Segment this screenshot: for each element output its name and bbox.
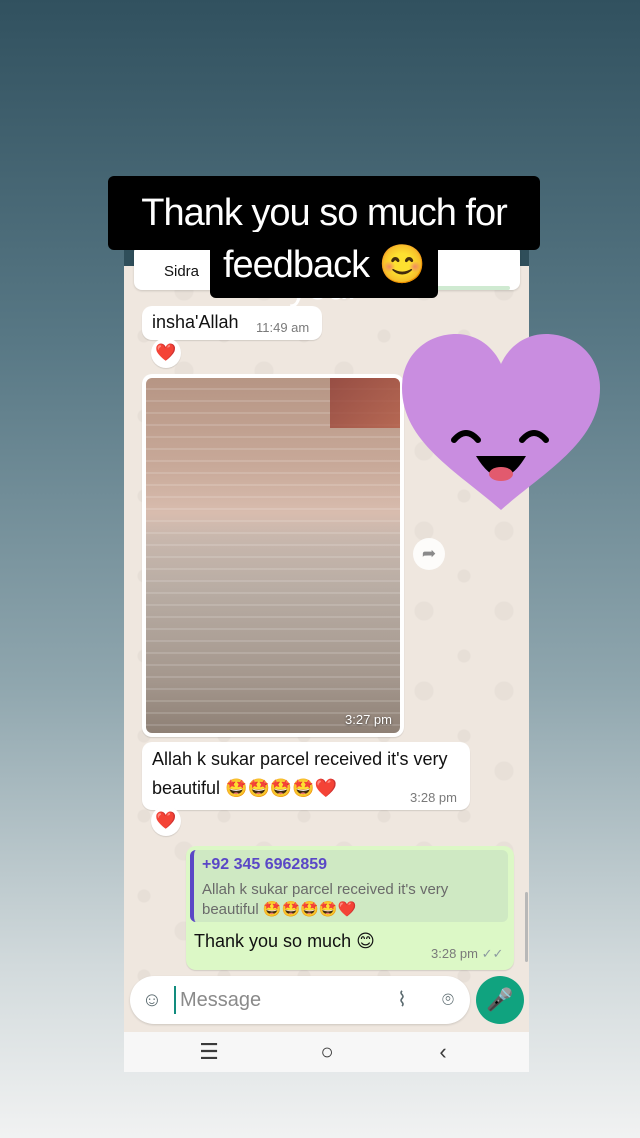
message-text: Thank you so much 😊 xyxy=(194,931,375,951)
product-photo[interactable]: 3:27 pm xyxy=(146,378,400,733)
message-text-line1: Allah k sukar parcel received it's very xyxy=(152,749,448,769)
message-time: 3:28 pm ✓✓ xyxy=(431,946,503,962)
smiling-heart-sticker xyxy=(402,334,600,510)
mic-icon[interactable]: 🎤 xyxy=(476,976,524,1024)
incoming-message[interactable]: Allah k sukar parcel received it's very … xyxy=(142,742,470,810)
home-icon[interactable]: ○ xyxy=(312,1038,342,1066)
quote-text-line1: Allah k sukar parcel received it's very xyxy=(202,881,449,898)
quoted-message[interactable]: +92 345 6962859 Allah k sukar parcel rec… xyxy=(190,850,508,922)
message-text: insha'Allah xyxy=(152,312,239,332)
forward-icon[interactable]: ➦ xyxy=(413,538,445,570)
quote-text-line2: beautiful 🤩🤩🤩🤩❤️ xyxy=(202,901,357,918)
heart-shape xyxy=(402,334,600,510)
read-ticks-icon: ✓✓ xyxy=(481,946,504,961)
camera-icon[interactable]: ⌾ xyxy=(436,988,460,1012)
scrollbar[interactable] xyxy=(525,892,528,962)
back-icon[interactable]: ‹ xyxy=(428,1038,458,1066)
message-time: 3:28 pm xyxy=(410,790,457,805)
quote-sender: +92 345 6962859 xyxy=(202,856,328,873)
message-time-text: 3:28 pm xyxy=(431,946,478,961)
message-input[interactable] xyxy=(174,986,374,1014)
story-caption-line2: feedback 😊 xyxy=(210,232,438,298)
message-text-line2: beautiful 🤩🤩🤩🤩❤️ xyxy=(152,778,338,798)
system-navbar: ☰ ○ ‹ xyxy=(124,1032,529,1072)
menu-icon[interactable]: ☰ xyxy=(194,1038,224,1066)
emoji-icon[interactable]: ☺ xyxy=(140,988,164,1012)
paperclip-icon[interactable]: ⌇ xyxy=(390,988,414,1012)
header-accent xyxy=(430,286,510,290)
outgoing-message[interactable]: +92 345 6962859 Allah k sukar parcel rec… xyxy=(186,846,514,970)
reaction-heart[interactable]: ❤️ xyxy=(151,338,181,368)
photo-background-rug xyxy=(330,378,400,428)
message-time: 3:27 pm xyxy=(345,712,392,727)
contact-name: Sidra xyxy=(164,263,200,280)
reaction-heart[interactable]: ❤️ xyxy=(151,806,181,836)
tongue xyxy=(489,467,513,481)
message-input-bar: ☺ ⌇ ⌾ xyxy=(130,976,470,1024)
